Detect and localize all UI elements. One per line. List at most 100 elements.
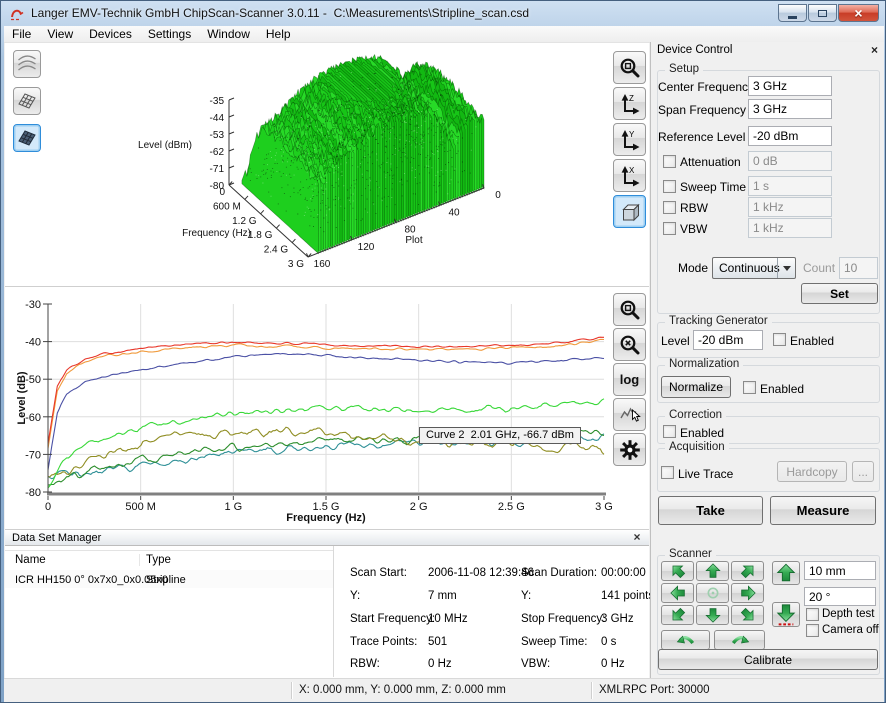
normalization-enabled-checkbox[interactable] (743, 381, 756, 394)
sweep-time-field[interactable] (748, 176, 832, 196)
svg-text:0: 0 (45, 501, 51, 513)
axis-z-button[interactable]: Z (613, 87, 646, 120)
detail-label: Y: (521, 590, 531, 602)
view-3d-button[interactable] (613, 195, 646, 228)
surface-solid-button[interactable] (13, 124, 41, 152)
calibrate-button[interactable]: Calibrate (658, 649, 878, 670)
dataset-row[interactable]: ICR HH150 0° 0x7x0_0x0.05x0 Stripline (5, 570, 333, 588)
device-control-close-button[interactable]: × (871, 43, 878, 57)
svg-text:Level (dB): Level (dB) (16, 371, 28, 425)
take-button[interactable]: Take (658, 496, 763, 525)
correction-enabled-checkbox[interactable] (663, 425, 676, 438)
menu-settings[interactable]: Settings (140, 27, 199, 41)
probe-down-icon (775, 603, 797, 626)
sweep-time-checkbox[interactable] (663, 180, 676, 193)
dsm-close-button[interactable]: × (630, 530, 644, 545)
move-right-button[interactable] (731, 583, 764, 603)
arrow-down-icon (703, 606, 723, 624)
minimize-button[interactable] (778, 4, 807, 22)
center-position-button[interactable] (696, 583, 729, 603)
axis-y-button[interactable]: Y (613, 123, 646, 156)
menu-help[interactable]: Help (258, 27, 299, 41)
move-up-left-button[interactable] (661, 561, 694, 581)
set-button[interactable]: Set (801, 283, 878, 304)
surface-mesh-button[interactable] (13, 87, 41, 115)
detail-label: Scan Start: (350, 567, 407, 579)
menu-view[interactable]: View (39, 27, 81, 41)
rbw-field[interactable] (748, 197, 832, 217)
tg-enabled-checkbox[interactable] (773, 333, 786, 346)
live-trace-checkbox[interactable] (661, 466, 674, 479)
camera-off-checkbox[interactable] (806, 624, 819, 637)
probe-up-button[interactable] (772, 561, 800, 585)
hardcopy-more-button[interactable]: ... (852, 461, 874, 482)
span-frequency-field[interactable] (748, 99, 832, 119)
zoom-reset-button[interactable] (613, 328, 646, 361)
arrow-up-icon (703, 562, 723, 580)
rbw-checkbox[interactable] (663, 201, 676, 214)
axis-x-icon: X (618, 164, 642, 188)
tg-enabled-label: Enabled (790, 334, 834, 348)
surface-lines-button[interactable] (13, 50, 41, 78)
move-left-button[interactable] (661, 583, 694, 603)
zoom-3d-button[interactable] (613, 51, 646, 84)
detail-label: VBW: (521, 658, 550, 670)
measure-button[interactable]: Measure (770, 496, 876, 525)
svg-text:-53: -53 (210, 130, 225, 141)
menu-window[interactable]: Window (199, 27, 258, 41)
attenuation-label: Attenuation (680, 155, 741, 169)
center-frequency-field[interactable] (748, 76, 832, 96)
svg-text:500 M: 500 M (125, 501, 156, 513)
menu-file[interactable]: File (4, 27, 39, 41)
maximize-button[interactable] (808, 4, 837, 22)
column-name[interactable]: Name (15, 554, 46, 566)
mode-select[interactable]: Continuous (712, 257, 796, 279)
menu-bar: File View Devices Settings Window Help (4, 26, 884, 43)
hardcopy-button[interactable]: Hardcopy (777, 461, 847, 482)
dataset-list: Name Type ICR HH150 0° 0x7x0_0x0.05x0 St… (5, 546, 334, 677)
count-field[interactable] (839, 257, 878, 279)
attenuation-checkbox[interactable] (663, 155, 676, 168)
arrow-down-left-icon (668, 606, 688, 624)
spectrum-plot[interactable]: -30-40-50-60-70-800500 M1 G1.5 G2 G2.5 G… (5, 287, 649, 529)
rotate-ccw-button[interactable] (661, 630, 710, 650)
svg-text:-71: -71 (210, 164, 225, 175)
move-up-right-button[interactable] (731, 561, 764, 581)
settings-button[interactable] (613, 433, 646, 466)
angle-step-field[interactable] (804, 587, 876, 606)
depth-test-checkbox[interactable] (806, 608, 819, 621)
reference-level-field[interactable] (748, 126, 832, 146)
close-button[interactable]: × (838, 4, 879, 22)
rotate-cw-button[interactable] (714, 630, 765, 650)
svg-text:40: 40 (448, 207, 460, 218)
log-scale-button[interactable]: log (613, 363, 646, 396)
curve-tooltip: Curve 2 2.01 GHz, -66.7 dBm (419, 427, 581, 444)
marker-button[interactable] (613, 398, 646, 431)
surface-plot[interactable]: -35-44-53-62-71-80Level (dBm)0600 M1.2 G… (5, 43, 649, 286)
mode-label: Mode (677, 261, 708, 275)
axis-x-button[interactable]: X (613, 159, 646, 192)
step-size-field[interactable] (804, 561, 876, 580)
surface-solid-icon (15, 126, 39, 150)
vbw-field[interactable] (748, 218, 832, 238)
column-type[interactable]: Type (139, 554, 171, 566)
title-bar[interactable]: Langer EMV-Technik GmbH ChipScan-Scanner… (1, 1, 886, 26)
move-up-button[interactable] (696, 561, 729, 581)
spectrum-toolbar: log (613, 293, 646, 466)
svg-text:-70: -70 (25, 449, 41, 461)
app-window: Langer EMV-Technik GmbH ChipScan-Scanner… (0, 0, 886, 703)
move-down-left-button[interactable] (661, 605, 694, 625)
move-down-button[interactable] (696, 605, 729, 625)
normalize-button[interactable]: Normalize (661, 376, 731, 398)
tg-level-field[interactable] (693, 330, 763, 350)
move-down-right-button[interactable] (731, 605, 764, 625)
menu-devices[interactable]: Devices (81, 27, 140, 41)
probe-down-button[interactable] (772, 602, 800, 627)
arrow-down-right-icon (738, 606, 758, 624)
detail-value: 0 Hz (428, 658, 452, 670)
zoom-in-button[interactable] (613, 293, 646, 326)
attenuation-field[interactable] (748, 151, 832, 171)
zoom-box-icon (618, 298, 642, 322)
vbw-checkbox[interactable] (663, 222, 676, 235)
dataset-type: Stripline (146, 574, 186, 586)
